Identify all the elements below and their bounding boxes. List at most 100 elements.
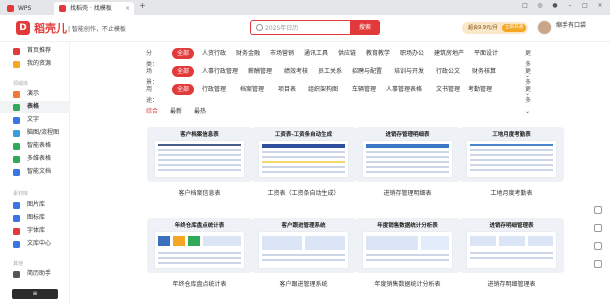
collapse-sidebar-button[interactable]: ≡ <box>12 289 58 299</box>
download-icon[interactable] <box>594 242 602 250</box>
sidebar-item-icons[interactable]: 图标库 <box>0 212 70 224</box>
filter-option[interactable]: 薪酬管理 <box>248 66 272 77</box>
tab-docer[interactable]: 找稻壳 · 找模板 × <box>54 2 134 15</box>
skin-icon[interactable]: ◎ <box>536 2 544 9</box>
filter-option[interactable]: 全部 <box>172 84 195 95</box>
filter-option[interactable]: 人事管理表格 <box>386 84 422 95</box>
template-title[interactable]: 客户跟进管理系统 <box>251 279 356 288</box>
filter-option[interactable]: 教育教学 <box>366 48 390 59</box>
filter-option[interactable]: 建筑房地产 <box>434 48 464 59</box>
thumbnail-title: 工地月度考勤表 <box>492 132 531 138</box>
user-name[interactable]: 缩手有口袋 <box>556 20 586 29</box>
filter-option[interactable]: 档案管理 <box>240 84 264 95</box>
template-title[interactable]: 工资表（工资条自动生成） <box>251 188 356 197</box>
more-icon[interactable] <box>594 260 602 268</box>
presentation-icon <box>13 91 20 98</box>
sheet-preview <box>363 141 452 177</box>
mindmap-icon <box>13 130 20 137</box>
filter-option[interactable]: 员工关系 <box>318 66 342 77</box>
sidebar-item-resume[interactable]: 简历助手 <box>0 268 70 280</box>
filter-option[interactable]: 组织架构图 <box>308 84 338 95</box>
sidebar-item-spreadsheet[interactable]: 表格 <box>0 101 70 113</box>
multidim-table-icon <box>13 156 20 163</box>
filter-option[interactable]: 车辆管理 <box>352 84 376 95</box>
thumbnail-title: 客户档案信息表 <box>180 132 219 138</box>
filter-option[interactable]: 通讯工具 <box>304 48 328 59</box>
sidebar-item-images[interactable]: 图片库 <box>0 199 70 211</box>
promo-badge[interactable]: 立即开通 <box>502 24 526 32</box>
sidebar-item-label: 多维表格 <box>27 155 52 162</box>
template-title[interactable]: 工地月度考勤表 <box>459 188 564 197</box>
sidebar-item-fonts[interactable]: 字体库 <box>0 225 70 237</box>
minimize-icon[interactable]: – <box>566 2 574 9</box>
tab-wps-office[interactable]: WPS Office <box>2 2 50 25</box>
sidebar-item-label: 文库中心 <box>27 240 52 247</box>
menu-icon[interactable]: □ <box>521 2 529 9</box>
filter-option[interactable]: 人事行政管理 <box>202 66 238 77</box>
sort-tab-comprehensive[interactable]: 综合 <box>146 106 158 115</box>
sidebar-item-my-resources[interactable]: 我的资源 <box>0 58 70 70</box>
search-input[interactable] <box>265 22 345 33</box>
filter-option[interactable]: 行政公文 <box>436 66 460 77</box>
filter-more-button[interactable]: 更多 ⌄ <box>525 84 531 117</box>
filter-option[interactable]: 文书管理 <box>436 84 460 95</box>
membership-promo[interactable]: 超会9.9元/月 立即开通 <box>462 22 528 34</box>
close-icon[interactable]: × <box>596 2 604 9</box>
filter-option[interactable]: 平面设计 <box>474 48 498 59</box>
template-thumbnail: 工地月度考勤表 <box>459 127 564 182</box>
sidebar-item-mindmap[interactable]: 脑图/流程图 <box>0 127 70 139</box>
filter-option[interactable]: 财务金融 <box>236 48 260 59</box>
home-icon <box>13 48 20 55</box>
feedback-icon[interactable] <box>594 206 602 214</box>
filter-option[interactable]: 考勤管理 <box>468 84 492 95</box>
document-icon <box>13 117 20 124</box>
maximize-icon[interactable]: □ <box>581 2 589 9</box>
filter-option[interactable]: 行政管理 <box>202 84 226 95</box>
filter-option[interactable]: 培训与开发 <box>394 66 424 77</box>
sheet-preview <box>467 141 556 177</box>
filter-option[interactable]: 人资行政 <box>202 48 226 59</box>
sidebar-item-label: 文字 <box>27 116 40 123</box>
spreadsheet-icon <box>13 104 20 111</box>
template-title[interactable]: 年度销售数据统计分析表 <box>355 279 460 288</box>
sort-tab-hottest[interactable]: 最热 <box>194 106 206 115</box>
filter-option[interactable]: 全部 <box>172 66 195 77</box>
template-thumbnail: 年终仓库盘点统计表 <box>147 218 252 273</box>
logo-text[interactable]: 稻壳儿 <box>34 20 67 36</box>
filter-option[interactable]: 全部 <box>172 48 195 59</box>
sidebar-item-smart-doc[interactable]: 智能文档 <box>0 166 70 178</box>
thumbnail-title: 年终仓库盘点统计表 <box>174 223 225 229</box>
header: D 稻壳儿 | 智能创作，不止模板 搜索 超会9.9元/月 立即开通 缩手有口袋 <box>0 15 610 42</box>
filter-option[interactable]: 项目表 <box>278 84 296 95</box>
docer-logo-icon[interactable]: D <box>16 21 30 35</box>
sidebar-item-label: 图标库 <box>27 214 46 221</box>
user-icon[interactable]: ● <box>551 2 559 9</box>
template-title[interactable]: 进销存明细管理表 <box>459 279 564 288</box>
close-tab-icon[interactable]: × <box>125 2 130 15</box>
sheet-preview <box>259 141 348 177</box>
search-button[interactable]: 搜索 <box>350 20 380 35</box>
sidebar-item-presentation[interactable]: 演示 <box>0 88 70 100</box>
filter-option[interactable]: 财务核算 <box>472 66 496 77</box>
sidebar-item-library[interactable]: 文库中心 <box>0 238 70 250</box>
filter-option[interactable]: 招聘与配置 <box>352 66 382 77</box>
library-icon <box>13 241 20 248</box>
filter-option[interactable]: 供应链 <box>338 48 356 59</box>
template-title[interactable]: 客户档案信息表 <box>147 188 252 197</box>
new-tab-button[interactable]: + <box>139 1 146 10</box>
chat-icon[interactable] <box>594 224 602 232</box>
sidebar-item-home[interactable]: 首页推荐 <box>0 45 70 57</box>
filter-option[interactable]: 市场营销 <box>270 48 294 59</box>
template-title[interactable]: 进销存管理明细表 <box>355 188 460 197</box>
filter-option[interactable]: 绩效考核 <box>284 66 308 77</box>
folder-icon <box>13 61 20 68</box>
sidebar-item-document[interactable]: 文字 <box>0 114 70 126</box>
sort-tab-latest[interactable]: 最新 <box>170 106 182 115</box>
template-title[interactable]: 年终仓库盘点统计表 <box>147 279 252 288</box>
filter-option[interactable]: 职场办公 <box>400 48 424 59</box>
sidebar-item-multidim-table[interactable]: 多维表格 <box>0 153 70 165</box>
template-thumbnail: 客户档案信息表 <box>147 127 252 182</box>
sidebar-item-smart-table[interactable]: 智能表格 <box>0 140 70 152</box>
avatar[interactable] <box>537 20 552 35</box>
search-box: 搜索 <box>250 20 380 35</box>
